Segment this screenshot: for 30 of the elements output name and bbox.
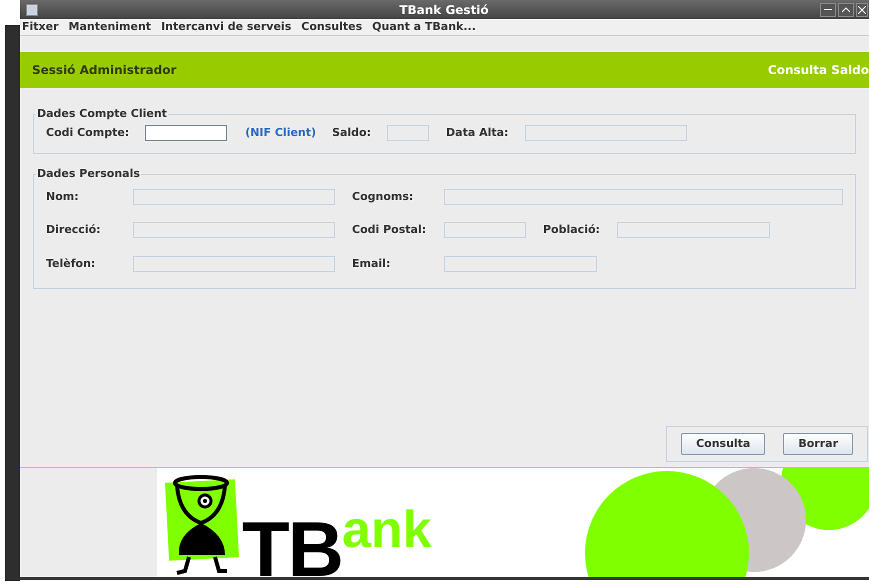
field-label: Saldo: <box>332 124 372 140</box>
menu-item[interactable]: Quant a TBank... <box>372 18 476 36</box>
section-title: Dades Personals <box>36 166 141 182</box>
field-label: Direcció: <box>46 222 102 238</box>
field-label: Email: <box>352 256 392 272</box>
action-button[interactable]: Borrar <box>783 433 853 455</box>
input-field[interactable] <box>145 124 228 141</box>
session-label: Sessió Administrador <box>32 62 176 79</box>
menu-item[interactable]: Consultes <box>301 18 362 36</box>
field-label: Cognoms: <box>352 188 414 204</box>
nif-link[interactable]: (NIF Client) <box>245 124 316 141</box>
screen-title: Consulta Saldo <box>768 62 869 79</box>
minimize-icon[interactable] <box>820 2 836 16</box>
menu-item[interactable]: Fitxer <box>22 18 59 36</box>
logo-text: ank <box>342 505 432 555</box>
app-icon <box>26 4 38 16</box>
window-title: TBank Gestió <box>399 2 489 18</box>
field-label: Codi Postal: <box>352 222 428 238</box>
field-label: Població: <box>543 222 601 238</box>
field-label: Data Alta: <box>446 124 508 140</box>
section-title: Dades Compte Client <box>36 106 168 122</box>
maximize-icon[interactable] <box>838 2 854 16</box>
action-button[interactable]: Consulta <box>681 433 766 455</box>
field-label: Codi Compte: <box>46 124 130 140</box>
logo-text: TB <box>242 515 342 577</box>
menu-item[interactable]: Intercanvi de serveis <box>161 18 292 36</box>
menu-item[interactable]: Manteniment <box>68 18 152 36</box>
field-label: Telèfon: <box>46 256 96 272</box>
close-icon[interactable] <box>856 2 868 16</box>
field-label: Nom: <box>46 188 80 204</box>
